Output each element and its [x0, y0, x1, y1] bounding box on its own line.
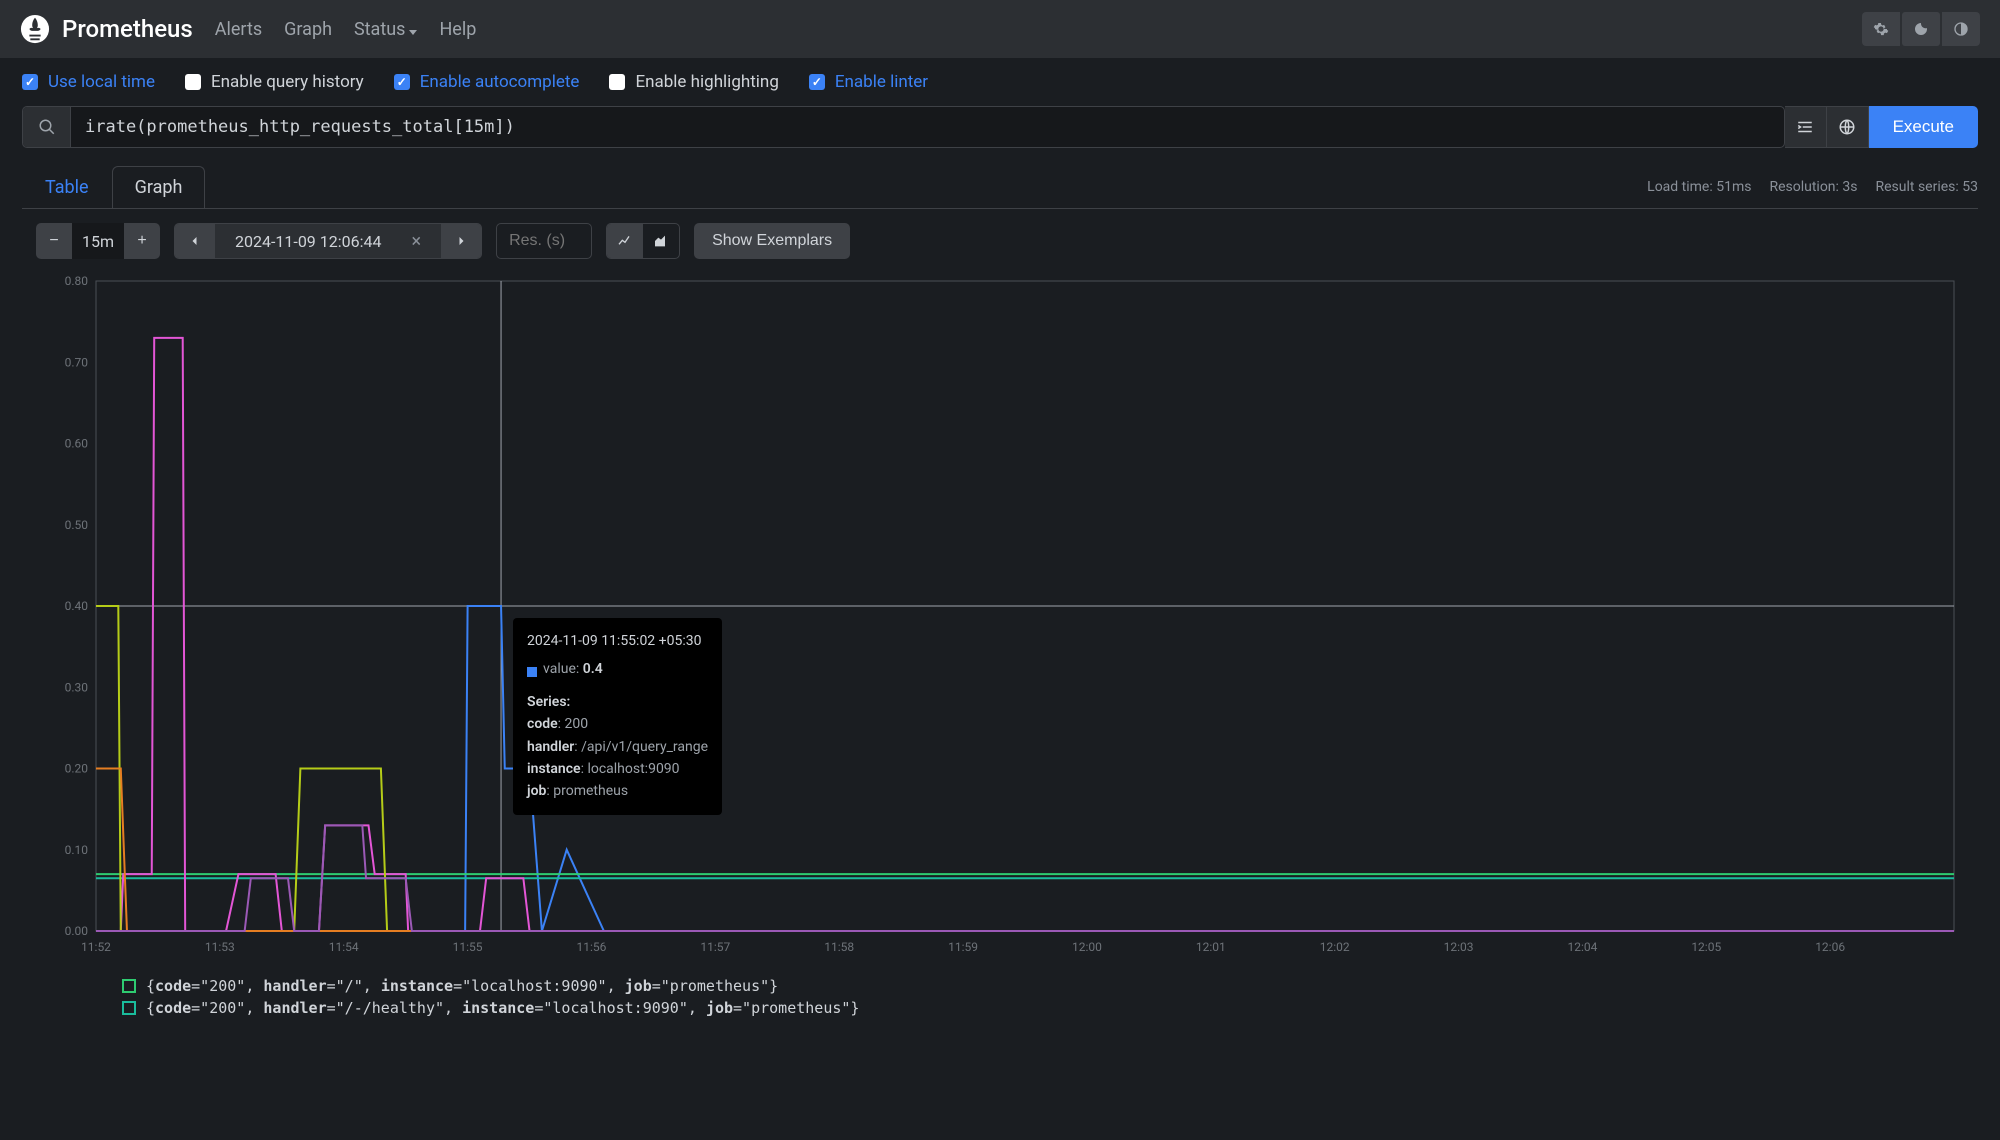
svg-text:0.50: 0.50 — [65, 518, 89, 532]
svg-text:0.80: 0.80 — [65, 274, 89, 288]
tab-graph[interactable]: Graph — [112, 166, 206, 208]
svg-text:11:59: 11:59 — [948, 940, 978, 954]
metrics-explorer-button[interactable] — [1827, 106, 1869, 148]
brand-logo[interactable]: Prometheus — [20, 14, 193, 44]
legend-item[interactable]: {code="200", handler="/", instance="loca… — [122, 977, 1878, 995]
svg-text:11:52: 11:52 — [81, 940, 111, 954]
result-tabs: Table Graph — [22, 166, 205, 208]
time-clear[interactable]: × — [411, 231, 421, 252]
checkbox-icon — [22, 74, 38, 90]
legend-swatch — [122, 979, 136, 993]
moon-icon — [1913, 21, 1929, 37]
area-chart-icon — [653, 233, 669, 249]
opt-highlighting[interactable]: Enable highlighting — [609, 72, 778, 92]
legend-swatch — [122, 1001, 136, 1015]
chart-canvas[interactable]: 0.00 0.10 0.20 0.30 0.40 0.50 0.60 0.70 0.80 11:5… — [36, 273, 1964, 963]
search-icon[interactable] — [23, 107, 71, 147]
nav-status[interactable]: Status — [354, 19, 417, 40]
checkbox-icon — [809, 74, 825, 90]
stat-result-series: Result series: 53 — [1876, 179, 1979, 195]
svg-text:11:53: 11:53 — [205, 940, 235, 954]
opt-local-time[interactable]: Use local time — [22, 72, 155, 92]
tooltip-swatch — [527, 667, 537, 677]
range-picker: − 15m + — [36, 223, 160, 259]
indent-icon — [1796, 118, 1814, 136]
svg-text:0.00: 0.00 — [65, 924, 89, 938]
svg-text:11:58: 11:58 — [824, 940, 854, 954]
svg-text:0.70: 0.70 — [65, 355, 89, 369]
gear-icon — [1873, 21, 1889, 37]
globe-icon — [1838, 118, 1856, 136]
prometheus-icon — [20, 14, 50, 44]
svg-text:12:01: 12:01 — [1196, 940, 1226, 954]
range-decrease[interactable]: − — [36, 223, 72, 259]
graph-toolbar: − 15m + 2024-11-09 12:06:44× Show Exempl… — [22, 209, 1978, 273]
checkbox-icon — [609, 74, 625, 90]
svg-text:11:56: 11:56 — [577, 940, 607, 954]
checkbox-icon — [185, 74, 201, 90]
show-exemplars-button[interactable]: Show Exemplars — [694, 223, 850, 259]
svg-text:11:57: 11:57 — [700, 940, 730, 954]
chart-legend: {code="200", handler="/", instance="loca… — [22, 963, 1978, 1035]
svg-text:11:55: 11:55 — [453, 940, 483, 954]
nav-graph[interactable]: Graph — [284, 19, 332, 40]
svg-text:11:54: 11:54 — [329, 940, 359, 954]
query-input[interactable] — [71, 117, 1784, 137]
contrast-icon — [1953, 21, 1969, 37]
query-options: Use local time Enable query history Enab… — [0, 58, 2000, 106]
format-query-button[interactable] — [1785, 106, 1827, 148]
tab-table[interactable]: Table — [22, 166, 112, 208]
svg-text:0.30: 0.30 — [65, 680, 89, 694]
query-stats: Load time: 51ms Resolution: 3s Result se… — [1647, 179, 1978, 195]
svg-text:0.60: 0.60 — [65, 437, 89, 451]
svg-text:12:05: 12:05 — [1691, 940, 1721, 954]
chart-tooltip: 2024-11-09 11:55:02 +05:30 value: 0.4 Se… — [513, 618, 722, 815]
time-next[interactable] — [441, 224, 481, 258]
stat-load-time: Load time: 51ms — [1647, 179, 1751, 195]
chart-type-stacked[interactable] — [643, 224, 679, 258]
nav-alerts[interactable]: Alerts — [215, 19, 262, 40]
opt-linter[interactable]: Enable linter — [809, 72, 928, 92]
chevron-left-icon — [189, 235, 201, 247]
checkbox-icon — [394, 74, 410, 90]
time-value[interactable]: 2024-11-09 12:06:44× — [215, 231, 441, 252]
query-editor — [22, 106, 1785, 148]
svg-text:0.10: 0.10 — [65, 843, 89, 857]
resolution-input[interactable] — [496, 223, 592, 259]
svg-text:12:03: 12:03 — [1444, 940, 1474, 954]
theme-toggle[interactable] — [1902, 12, 1940, 46]
legend-label: {code="200", handler="/-/healthy", insta… — [146, 999, 859, 1017]
range-increase[interactable]: + — [124, 223, 160, 259]
svg-text:12:06: 12:06 — [1815, 940, 1845, 954]
svg-text:12:04: 12:04 — [1567, 940, 1597, 954]
time-picker: 2024-11-09 12:06:44× — [174, 223, 482, 259]
time-prev[interactable] — [175, 224, 215, 258]
brand-text: Prometheus — [62, 15, 193, 43]
nav-help[interactable]: Help — [439, 19, 476, 40]
stat-resolution: Resolution: 3s — [1769, 179, 1857, 195]
svg-text:0.40: 0.40 — [65, 599, 89, 613]
svg-text:12:02: 12:02 — [1320, 940, 1350, 954]
legend-label: {code="200", handler="/", instance="loca… — [146, 977, 778, 995]
svg-text:12:00: 12:00 — [1072, 940, 1102, 954]
svg-text:0.20: 0.20 — [65, 762, 89, 776]
chart-type-line[interactable] — [607, 224, 643, 258]
execute-button[interactable]: Execute — [1869, 106, 1978, 148]
settings-button[interactable] — [1862, 12, 1900, 46]
chevron-right-icon — [455, 235, 467, 247]
opt-query-history[interactable]: Enable query history — [185, 72, 364, 92]
navbar: Prometheus Alerts Graph Status Help — [0, 0, 2000, 58]
line-chart-icon — [617, 233, 633, 249]
range-value[interactable]: 15m — [72, 223, 124, 259]
opt-autocomplete[interactable]: Enable autocomplete — [394, 72, 580, 92]
contrast-toggle[interactable] — [1942, 12, 1980, 46]
chart-type-toggle — [606, 223, 680, 259]
legend-item[interactable]: {code="200", handler="/-/healthy", insta… — [122, 999, 1878, 1017]
